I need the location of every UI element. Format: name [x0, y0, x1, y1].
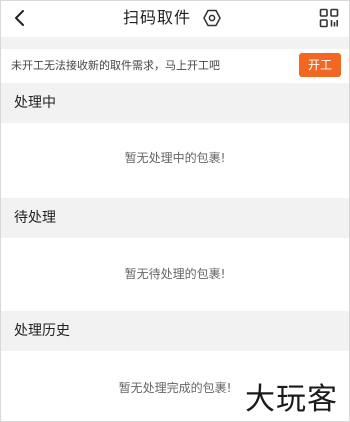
notice-text: 未开工无法接收新的取件需求，马上开工吧 [11, 59, 220, 72]
top-bar: 扫码取件 [1, 1, 349, 37]
qr-scan-icon[interactable] [319, 8, 339, 28]
section-processing-header: 处理中 [1, 83, 349, 123]
section-pending-body: 暂无待处理的包裹! [1, 238, 349, 314]
empty-pending-text: 暂无待处理的包裹! [124, 267, 226, 281]
section-title-history: 处理历史 [14, 323, 70, 339]
page-title: 扫码取件 [123, 8, 192, 27]
section-title-pending: 待处理 [14, 210, 56, 226]
section-processing-body: 暂无处理中的包裹! [1, 123, 349, 205]
section-pending-header: 待处理 [1, 198, 349, 238]
notice-bar: 未开工无法接收新的取件需求，马上开工吧 [1, 49, 349, 83]
watermark-logo: 大玩客 [245, 382, 338, 417]
top-divider [1, 37, 349, 49]
start-work-button[interactable]: 开工 [299, 53, 341, 77]
section-history-header: 处理历史 [1, 311, 349, 351]
settings-icon[interactable] [203, 9, 221, 27]
app-screen: 扫码取件 未开工无法接收新的取件需求，马上开工吧 开工 处理中 暂无处理中的包裹… [0, 0, 350, 422]
back-icon[interactable] [11, 8, 29, 28]
section-title-processing: 处理中 [14, 95, 56, 111]
empty-processing-text: 暂无处理中的包裹! [124, 151, 226, 165]
